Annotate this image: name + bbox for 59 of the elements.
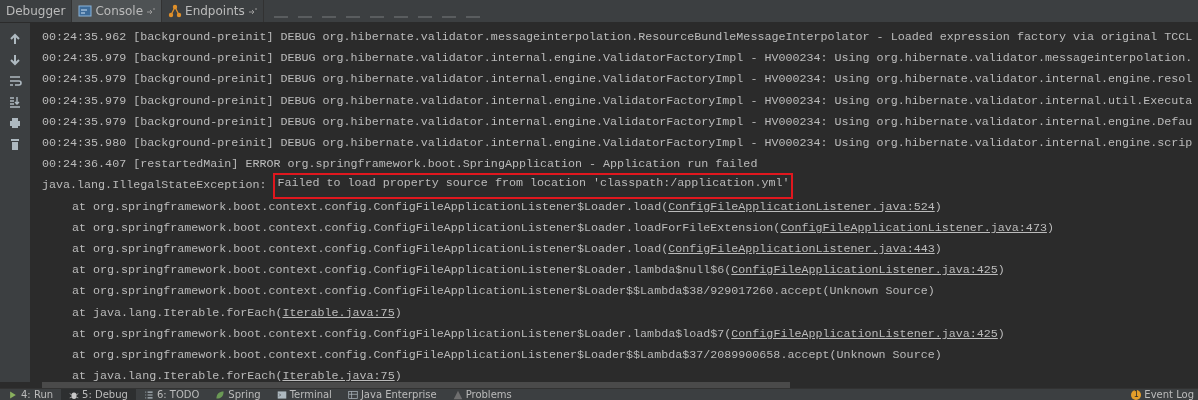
panel-tab[interactable]: Endpoints — [162, 0, 264, 22]
tool-window-tab[interactable]: 4: Run — [0, 389, 62, 400]
tool-window-tab[interactable]: Problems — [444, 389, 520, 400]
count-badge: 1 — [1131, 390, 1142, 400]
log-text: at org.springframework.boot.context.config.ConfigFileApplicationListener$Loader.loadForFileExtension( — [72, 219, 781, 237]
log-text: ) — [394, 304, 402, 322]
log-text: 00:24:35.979 [background-preinit] DEBUG org.hibernate.validator.internal.engine.ValidatorFactoryImpl - HV000234: Using org.hibernate.validator.internal.util.Executa — [42, 92, 1193, 110]
table-icon — [347, 390, 358, 400]
log-text: at java.lang.Iterable.forEach( — [72, 368, 283, 382]
wrap-icon[interactable] — [8, 74, 22, 88]
log-text: 00:24:35.979 [background-preinit] DEBUG org.hibernate.validator.internal.engine.ValidatorFactoryImpl - HV000234: Using org.hibernate.validator.internal.engine.Defau — [42, 113, 1193, 131]
tool-window-tab[interactable]: Terminal — [268, 389, 340, 400]
trash-icon[interactable] — [8, 137, 22, 151]
tool-window-tab[interactable]: Java Enterprise — [339, 389, 445, 400]
source-link[interactable]: ConfigFileApplicationListener.java:473 — [780, 217, 1047, 240]
pin-icon[interactable] — [247, 6, 257, 16]
console-icon — [78, 4, 93, 18]
log-text: ) — [934, 198, 942, 216]
highlighted-message: Failed to load property source from location 'classpath:/application.yml' — [273, 173, 794, 199]
log-text: ) — [934, 241, 942, 259]
down-icon[interactable] — [8, 53, 22, 67]
log-text: ) — [1046, 219, 1054, 237]
source-link[interactable]: ConfigFileApplicationListener.java:425 — [731, 260, 998, 282]
log-text: at org.springframework.boot.context.config.ConfigFileApplicationListener$Loader$$Lambda$38/929017260.accept(Unknown Source) — [72, 283, 935, 301]
log-text: ) — [997, 325, 1005, 343]
source-link[interactable]: Iterable.java:75 — [282, 302, 395, 324]
log-text: at org.springframework.boot.context.config.ConfigFileApplicationListener$Loader$$Lambda$37/2089900658.accept(Unknown Source) — [72, 347, 942, 365]
tool-window-tab[interactable]: 5: Debug — [61, 389, 136, 400]
log-text: at org.springframework.boot.context.config.ConfigFileApplicationListener$Loader.lambda$null$6( — [72, 262, 732, 280]
log-text: at org.springframework.boot.context.config.ConfigFileApplicationListener$Loader.lambda$load$7( — [72, 325, 732, 343]
warning-icon — [452, 390, 463, 400]
log-text: at java.lang.Iterable.forEach( — [72, 304, 283, 322]
leaf-icon — [215, 390, 226, 400]
source-link[interactable]: ConfigFileApplicationListener.java:524 — [668, 196, 935, 218]
up-icon[interactable] — [8, 32, 22, 46]
list-icon — [143, 390, 154, 400]
log-text: 00:24:36.407 [restartedMain] ERROR org.springframework.boot.SpringApplication - Application run failed — [42, 156, 758, 174]
play-icon — [8, 390, 18, 400]
log-text: java.lang.IllegalStateException: — [42, 177, 268, 195]
bug-icon — [69, 390, 80, 400]
log-text: ) — [997, 262, 1005, 280]
log-text: at org.springframework.boot.context.config.ConfigFileApplicationListener$Loader.load( — [72, 241, 669, 259]
tool-window-tab[interactable]: 6: TODO — [135, 389, 208, 400]
event-log-button[interactable]: 1 Event Log — [1131, 389, 1198, 400]
log-text: at org.springframework.boot.context.config.ConfigFileApplicationListener$Loader.load( — [72, 198, 669, 216]
scroll-end-icon[interactable] — [8, 95, 22, 109]
tool-window-tab[interactable]: Spring — [207, 389, 269, 400]
scrollbar-thumb[interactable] — [42, 382, 790, 388]
log-text: 00:24:35.980 [background-preinit] DEBUG org.hibernate.validator.internal.engine.ValidatorFactoryImpl - HV000234: Using org.hibernate.validator.internal.engine.scrip — [42, 135, 1193, 152]
log-text: 00:24:35.979 [background-preinit] DEBUG org.hibernate.validator.internal.engine.ValidatorFactoryImpl - HV000234: Using org.hibernate.validator.internal.engine.resol — [42, 71, 1193, 89]
nodes-icon — [168, 4, 183, 18]
log-text: 00:24:35.979 [background-preinit] DEBUG org.hibernate.validator.internal.engine.ValidatorFactoryImpl - HV000234: Using org.hibernate.validator.messageinterpolation. — [42, 50, 1193, 68]
pin-icon[interactable] — [146, 6, 156, 16]
log-text: ) — [394, 368, 402, 382]
log-text: 00:24:35.962 [background-preinit] DEBUG org.hibernate.validator.messageinterpolation.ResourceBundleMessageInterpolator - Loaded expression factory via original TCCL — [42, 29, 1193, 46]
source-link[interactable]: ConfigFileApplicationListener.java:443 — [668, 239, 935, 261]
source-link[interactable]: Iterable.java:75 — [282, 366, 395, 382]
panel-tab[interactable]: Console — [72, 0, 163, 22]
source-link[interactable]: ConfigFileApplicationListener.java:425 — [731, 323, 998, 346]
